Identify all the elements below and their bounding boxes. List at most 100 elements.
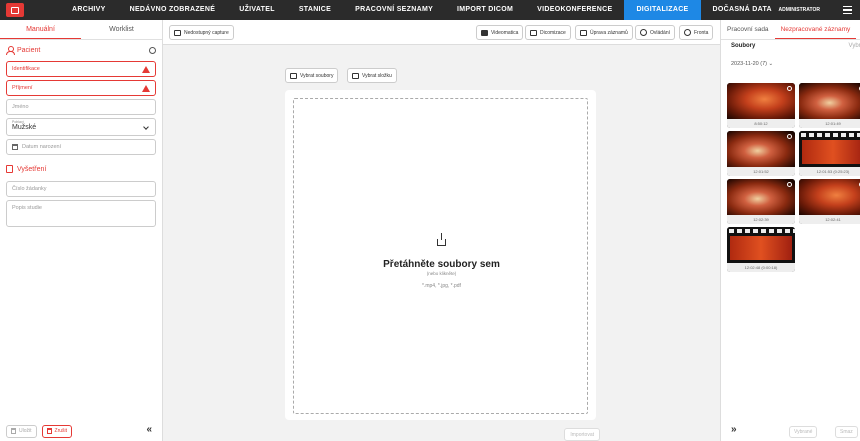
queue-button[interactable]: Fronta <box>679 25 714 40</box>
endoscopy-image <box>727 179 795 215</box>
monitor-icon <box>481 29 488 36</box>
patient-section-header: Pacient <box>0 42 162 58</box>
queue-label: Fronta <box>694 29 709 36</box>
thumbnail[interactable]: 8:50:12 <box>727 83 795 128</box>
capture-label: Nedostupný capture <box>184 29 229 36</box>
drop-subtitle: (nebo klikněte) <box>426 271 457 276</box>
import-button[interactable]: Importovat <box>564 428 600 441</box>
thumbnail-caption: 12:01:52 <box>727 167 795 176</box>
user-menu[interactable]: ADMINISTRATOR <box>779 0 820 20</box>
select-circle-icon[interactable] <box>787 86 792 91</box>
select-folder-label: Vybrat složku <box>362 72 392 79</box>
edit-records-button[interactable]: Úprava záznamů <box>575 25 633 40</box>
study-description-placeholder: Popis studie <box>12 205 42 211</box>
nav-videokonference[interactable]: VIDEOKONFERENCE <box>525 0 624 20</box>
patient-title: Pacient <box>17 46 41 54</box>
endoscopy-image <box>799 83 860 119</box>
thumbnail[interactable]: 12:01:52 <box>727 131 795 176</box>
select-all-link[interactable]: Vybra <box>849 43 860 55</box>
tab-worklist[interactable]: Worklist <box>81 20 162 39</box>
nav-nedavno-zobrazene[interactable]: NEDÁVNO ZOBRAZENÉ <box>118 0 228 20</box>
endoscopy-image <box>727 131 795 167</box>
warning-icon <box>142 85 150 92</box>
nav-digitalizace[interactable]: DIGITALIZACE <box>624 0 701 20</box>
save-icon <box>11 428 16 434</box>
save-button[interactable]: Uložit <box>6 424 37 438</box>
thumbnail[interactable]: 12:01:49 <box>799 83 860 128</box>
request-number-field[interactable]: Číslo žádanky <box>6 181 156 197</box>
drop-file-types: *.mp4, *.jpg, *.pdf <box>422 283 461 289</box>
date-group-label: 2023-11-20 (7) <box>731 61 767 67</box>
film-strip-icon <box>799 131 860 167</box>
hamburger-menu-icon[interactable] <box>843 6 852 14</box>
warning-icon <box>142 66 150 73</box>
file-drop-zone[interactable]: Přetáhněte soubory sem (nebo klikněte) *… <box>293 98 588 414</box>
thumbnail-caption: 12:01:49 <box>799 119 860 128</box>
select-folder-button[interactable]: Vybrat složku <box>347 68 397 83</box>
study-description-field[interactable]: Popis studie <box>6 200 156 227</box>
sex-value: Mužské <box>12 124 37 131</box>
birth-date-field[interactable]: Datum narození <box>6 139 156 155</box>
document-icon <box>6 165 13 173</box>
upload-icon <box>437 233 446 246</box>
nav-items: ARCHIVY NEDÁVNO ZOBRAZENÉ UŽIVATEL STANI… <box>60 0 784 20</box>
name-field[interactable]: Jméno <box>6 99 156 115</box>
person-icon <box>6 46 15 55</box>
nav-pracovni-seznamy[interactable]: PRACOVNÍ SEZNAMY <box>343 0 445 20</box>
edit-icon <box>580 29 587 36</box>
surname-field[interactable]: Příjmení <box>6 80 156 96</box>
patient-panel: Manuální Worklist Pacient Identifikace P… <box>0 20 163 441</box>
controls-button[interactable]: Ovládání <box>635 25 676 40</box>
surname-placeholder: Příjmení <box>12 85 33 91</box>
nav-docasna-data[interactable]: DOČASNÁ DATA <box>701 0 784 20</box>
collapse-left-icon[interactable]: « <box>146 424 152 435</box>
thumbnail-caption: 12:02:48 (0:00:18) <box>727 263 795 272</box>
records-panel: Pracovní sada Nezpracované záznamy Soubo… <box>720 20 860 441</box>
sex-select[interactable]: Pohlaví Mužské <box>6 118 156 136</box>
calendar-icon <box>12 144 18 150</box>
right-footer: » Vybrané Smaz <box>721 421 860 441</box>
dicomization-label: Dicomizace <box>540 29 566 36</box>
thumbnail-caption: 12:02:41 <box>799 215 860 224</box>
nav-uzivatel[interactable]: UŽIVATEL <box>227 0 287 20</box>
delete-button[interactable]: Smaz <box>835 426 858 438</box>
home-icon[interactable] <box>6 3 24 17</box>
thumbnail[interactable]: 12:02:41 <box>799 179 860 224</box>
camera-icon <box>174 29 181 36</box>
nav-archivy[interactable]: ARCHIVY <box>60 0 118 20</box>
select-files-button[interactable]: Vybrat soubory <box>285 68 339 83</box>
capture-button[interactable]: Nedostupný capture <box>169 25 234 40</box>
select-circle-icon[interactable] <box>787 182 792 187</box>
exam-title: Vyšetření <box>17 165 47 173</box>
tab-unprocessed-records[interactable]: Nezpracované záznamy <box>774 20 857 39</box>
exam-section-header: Vyšetření <box>0 161 162 177</box>
video-thumbnail[interactable]: 12:02:48 (0:00:18) <box>727 227 795 272</box>
thumbnail-caption: 12:01:53 (0:25:23) <box>799 167 860 176</box>
date-group[interactable]: 2023-11-20 (7) ⌄ <box>731 61 860 69</box>
video-thumbnail[interactable]: 12:01:53 (0:25:23) <box>799 131 860 176</box>
identification-field[interactable]: Identifikace <box>6 61 156 77</box>
nav-stanice[interactable]: STANICE <box>287 0 343 20</box>
file-icon <box>290 72 297 79</box>
expand-right-icon[interactable]: » <box>731 424 737 435</box>
controls-label: Ovládání <box>650 29 671 36</box>
nav-import-dicom[interactable]: IMPORT DICOM <box>445 0 525 20</box>
left-tabs: Manuální Worklist <box>0 20 162 40</box>
videomatica-button[interactable]: Videomatica <box>476 25 524 40</box>
reset-icon[interactable] <box>149 46 156 54</box>
selected-button[interactable]: Vybrané <box>789 426 818 438</box>
tab-working-set[interactable]: Pracovní sada <box>721 20 775 39</box>
film-strip-icon <box>727 227 795 263</box>
select-circle-icon[interactable] <box>787 134 792 139</box>
right-tabs: Pracovní sada Nezpracované záznamy <box>721 20 860 40</box>
dicomization-button[interactable]: Dicomizace <box>525 25 571 40</box>
thumbnail[interactable]: 12:02:39 <box>727 179 795 224</box>
files-header: Soubory Vybra <box>721 43 860 55</box>
upload-icon <box>530 29 537 36</box>
discard-button[interactable]: Zrušit <box>41 424 73 438</box>
toolbar: Nedostupný capture Videomatica Dicomizac… <box>163 20 720 45</box>
save-label: Uložit <box>19 428 32 434</box>
tab-manual[interactable]: Manuální <box>0 20 81 39</box>
endoscopy-image <box>727 83 795 119</box>
identification-placeholder: Identifikace <box>12 66 40 72</box>
